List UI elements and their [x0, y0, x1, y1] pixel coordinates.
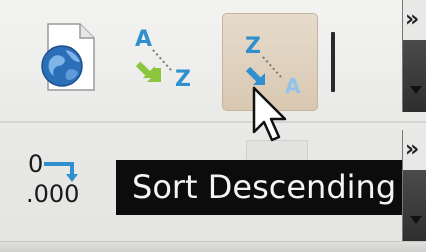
- mouse-pointer-icon: [252, 86, 287, 142]
- web-document-button[interactable]: [30, 18, 108, 96]
- dropdown-arrow-icon: [410, 86, 422, 94]
- overflow-chevron-icon: »: [403, 0, 426, 40]
- toolbar-area: A Z Z A » 0 .000 » Sort Descending: [0, 0, 426, 252]
- number-format-button[interactable]: 0 .000: [22, 146, 92, 216]
- toolbar-separator: [331, 32, 335, 92]
- overflow-chevron-icon: »: [403, 130, 426, 170]
- sort-asc-glyph-bottom: Z: [175, 67, 191, 92]
- tooltip: Sort Descending: [116, 160, 402, 215]
- toolbar-row-divider: [0, 121, 426, 123]
- toolbar-bottom-edge: [0, 241, 426, 252]
- dropdown-arrow-icon: [410, 216, 422, 224]
- sort-ascending-button[interactable]: A Z: [128, 16, 200, 98]
- toolbar-overflow-button-row2[interactable]: »: [402, 130, 426, 242]
- format-top-label: 0: [28, 150, 44, 178]
- globe-document-icon: [41, 23, 95, 91]
- sort-desc-glyph-top: Z: [245, 34, 261, 59]
- sort-asc-glyph-top: A: [135, 27, 152, 52]
- sort-ascending-icon: A Z: [135, 27, 191, 92]
- number-format-icon: 0 .000: [22, 146, 92, 216]
- toolbar-overflow-button[interactable]: »: [402, 0, 426, 112]
- format-bottom-label: .000: [26, 180, 80, 208]
